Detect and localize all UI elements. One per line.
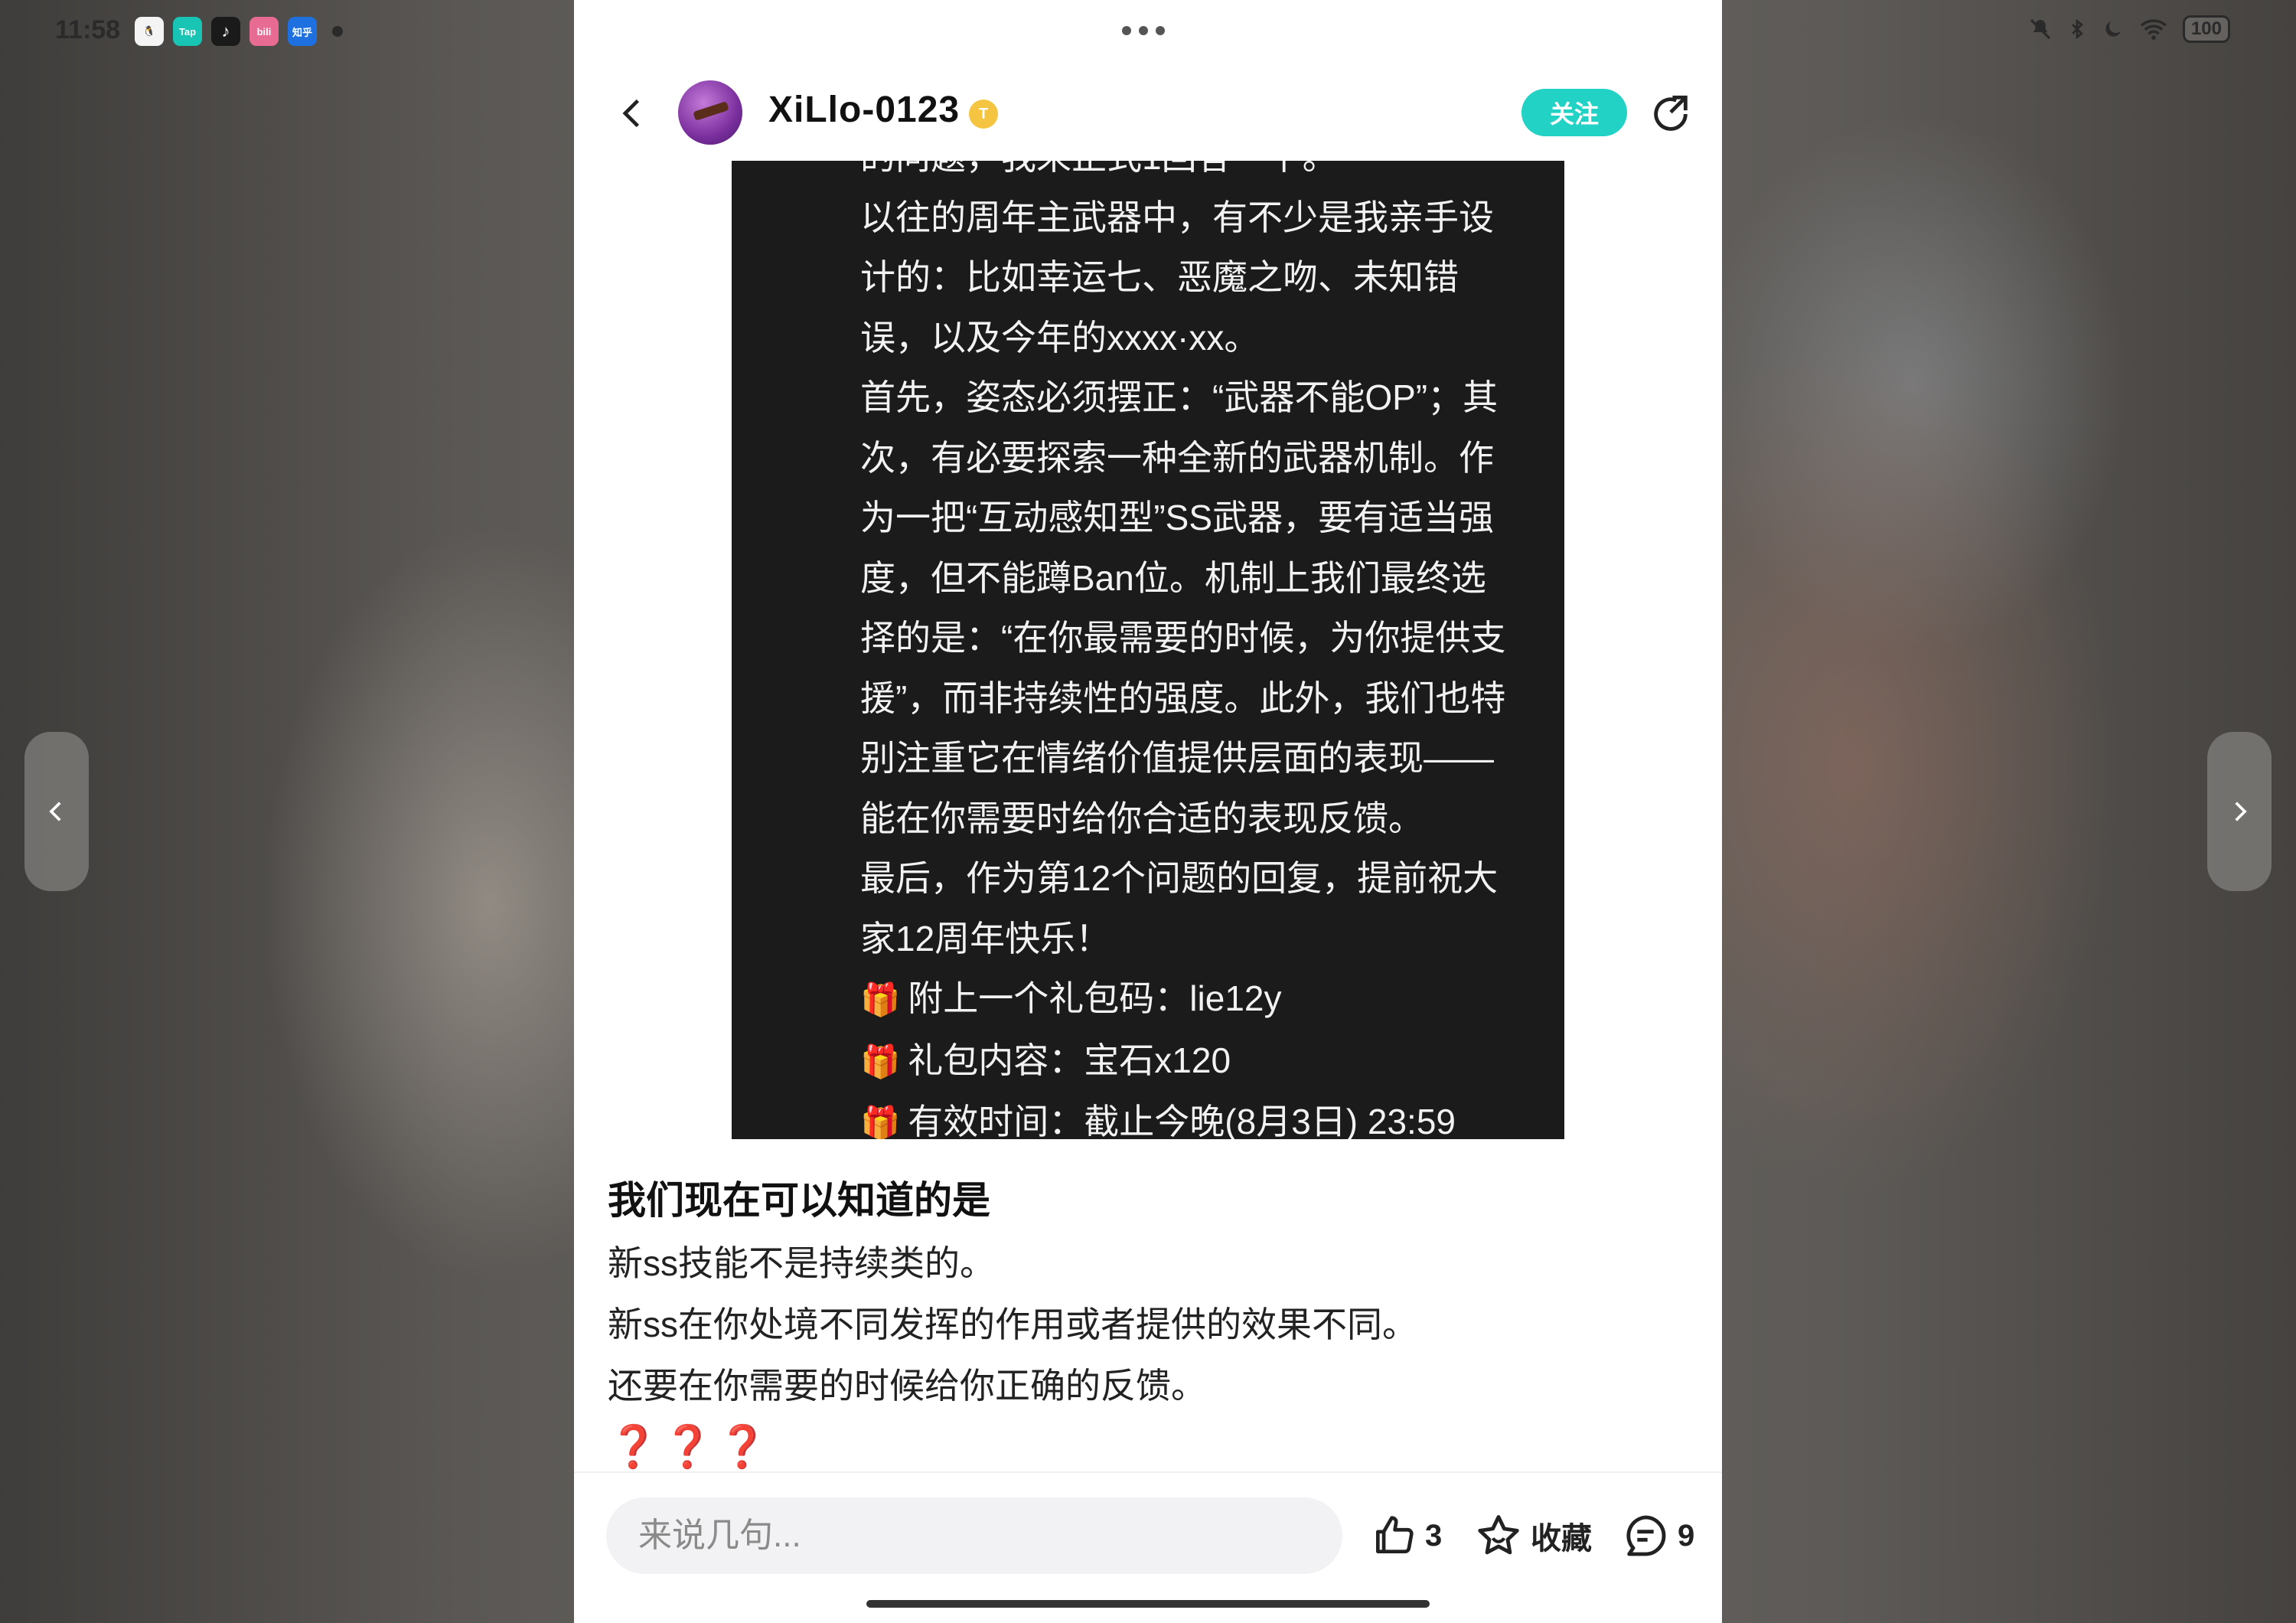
status-time: 11:58 bbox=[55, 15, 121, 44]
gift-line: 🎁 附上一个礼包码：lie12y bbox=[860, 978, 1282, 1018]
image-line: 以往的周年主武器中，有不少是我亲手设 bbox=[860, 197, 1494, 237]
like-button[interactable]: 3 bbox=[1370, 1505, 1442, 1566]
moon-icon bbox=[2105, 21, 2121, 37]
image-line: 的问题，我来正式1回答一下。 bbox=[860, 161, 1534, 188]
image-line: 最后，作为第12个问题的回复，提前祝大 bbox=[860, 858, 1499, 898]
home-indicator[interactable] bbox=[866, 1600, 1430, 1608]
image-line: 援”，而非持续性的强度。此外，我们也特 bbox=[860, 678, 1506, 718]
image-line: 首先，姿态必须摆正：“武器不能OP”；其 bbox=[860, 377, 1499, 417]
comment-bubble-icon bbox=[1626, 1515, 1666, 1556]
wifi-icon bbox=[2140, 19, 2167, 41]
question-marks: ❓❓❓ bbox=[608, 1424, 771, 1470]
taptap-icon: Tap bbox=[173, 17, 202, 46]
image-line: 为一把“互动感知型”SS武器，要有适当强 bbox=[860, 498, 1494, 537]
qq-icon: 🐧 bbox=[135, 17, 164, 46]
back-button[interactable] bbox=[609, 90, 655, 136]
gift-icon: 🎁 bbox=[860, 1043, 901, 1079]
comment-input[interactable] bbox=[606, 1497, 1342, 1574]
favorite-button[interactable]: 收藏 bbox=[1474, 1505, 1592, 1566]
chevron-left-icon bbox=[49, 802, 61, 821]
star-icon bbox=[1478, 1515, 1519, 1555]
post-body: 我们现在可以知道的是 新ss技能不是持续类的。 新ss在你处境不同发挥的作用或者… bbox=[608, 1168, 1679, 1478]
back-arrow-icon bbox=[622, 99, 640, 128]
image-line: 计的：比如幸运七、恶魔之吻、未知错 bbox=[860, 257, 1459, 297]
status-indicators: 100 bbox=[2028, 15, 2230, 43]
chevron-right-icon bbox=[2235, 802, 2247, 821]
image-line: 别注重它在情绪价值提供层面的表现—— bbox=[860, 738, 1494, 778]
image-line: 度，但不能蹲Ban位。机制上我们最终选 bbox=[860, 557, 1486, 598]
thumbs-up-icon bbox=[1376, 1516, 1414, 1553]
image-line: 次，有必要探索一种全新的武器机制。作 bbox=[860, 437, 1494, 478]
user-avatar[interactable] bbox=[678, 80, 742, 145]
like-count: 3 bbox=[1425, 1518, 1443, 1553]
level-badge-icon: T bbox=[969, 100, 998, 129]
share-icon bbox=[1654, 95, 1688, 131]
image-line: 家12周年快乐！ bbox=[860, 918, 1111, 958]
image-line: 择的是：“在你最需要的时候，为你提供支 bbox=[860, 618, 1506, 658]
comment-count: 9 bbox=[1678, 1518, 1695, 1553]
previous-page-button[interactable] bbox=[24, 732, 89, 891]
post-image-text: 的问题，我来正式1回答一下。 以往的周年主武器中，有不少是我亲手设 计的：比如幸… bbox=[860, 161, 1534, 1139]
post-line: 新ss在你处境不同发挥的作用或者提供的效果不同。 bbox=[608, 1305, 1417, 1344]
favorite-label: 收藏 bbox=[1531, 1522, 1592, 1556]
image-line: 能在你需要时给你合适的表现反馈。 bbox=[860, 798, 1424, 838]
gift-icon: 🎁 bbox=[860, 981, 901, 1017]
post-heading: 我们现在可以知道的是 bbox=[608, 1179, 990, 1222]
post-header: XiLlo-0123 T 关注 bbox=[574, 73, 1722, 158]
gift-line: 🎁 有效时间：截止今晚(8月3日) 23:59 bbox=[860, 1102, 1456, 1139]
notification-dot-icon bbox=[332, 26, 343, 37]
gift-icon: 🎁 bbox=[860, 1105, 901, 1139]
bottom-action-bar: 3 收藏 9 bbox=[574, 1471, 1722, 1623]
zhihu-icon: 知乎 bbox=[288, 17, 317, 46]
post-line: 还要在你需要的时候给你正确的反馈。 bbox=[608, 1366, 1206, 1406]
gift-line: 🎁 礼包内容：宝石x120 bbox=[860, 1040, 1231, 1080]
post-line: 新ss技能不是持续类的。 bbox=[608, 1243, 995, 1283]
next-page-button[interactable] bbox=[2207, 732, 2272, 891]
comments-button[interactable]: 9 bbox=[1621, 1505, 1694, 1566]
username[interactable]: XiLlo-0123 bbox=[768, 89, 960, 131]
mute-bell-icon bbox=[2030, 18, 2051, 40]
tiktok-icon: ♪ bbox=[211, 17, 240, 46]
window-more-menu[interactable] bbox=[1122, 26, 1165, 35]
share-button[interactable] bbox=[1647, 90, 1694, 138]
status-app-icons: 🐧 Tap ♪ bili 知乎 bbox=[135, 17, 343, 46]
post-detail-panel: XiLlo-0123 T 关注 的问题，我来正式1回答一下。 以往的周年主武器中… bbox=[574, 0, 1722, 1623]
post-image[interactable]: 的问题，我来正式1回答一下。 以往的周年主武器中，有不少是我亲手设 计的：比如幸… bbox=[732, 161, 1564, 1139]
bluetooth-icon bbox=[2072, 18, 2083, 40]
battery-indicator: 100 bbox=[2182, 15, 2230, 43]
follow-button[interactable]: 关注 bbox=[1521, 89, 1627, 136]
bilibili-icon: bili bbox=[249, 17, 279, 46]
image-line: 误，以及今年的xxxx·xx。 bbox=[860, 317, 1260, 358]
